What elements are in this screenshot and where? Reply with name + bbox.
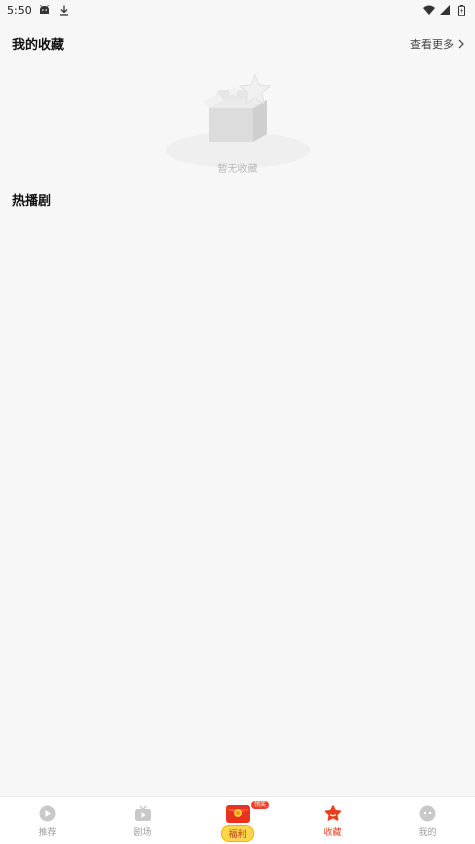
red-envelope-icon	[224, 804, 252, 824]
app-screen: 5:50 我的收藏 查看更多 暂无收藏 热播剧 推荐 剧场 领奖 福利 收藏 我…	[0, 0, 475, 844]
empty-box-star-illustration	[165, 73, 310, 168]
tab-mine[interactable]: 我的	[380, 797, 475, 844]
android-icon	[39, 4, 51, 16]
tab-welfare-label: 福利	[221, 825, 254, 842]
tab-theater[interactable]: 剧场	[95, 797, 190, 844]
view-more-label: 查看更多	[410, 37, 454, 51]
chevron-right-icon	[457, 39, 465, 49]
play-icon	[39, 804, 57, 822]
tab-welfare[interactable]: 领奖 福利	[190, 797, 285, 844]
tab-recommend-label: 推荐	[38, 828, 57, 838]
tab-mine-label: 我的	[418, 828, 437, 838]
profile-icon	[419, 804, 437, 822]
favorites-title: 我的收藏	[12, 38, 65, 53]
tab-favorites-label: 收藏	[323, 828, 342, 838]
tv-icon	[134, 804, 152, 822]
wifi-icon	[423, 4, 435, 16]
status-right	[423, 4, 467, 16]
star-icon	[324, 804, 342, 822]
tab-theater-label: 剧场	[133, 828, 152, 838]
hot-dramas-title: 热播剧	[12, 194, 52, 209]
status-time: 5:50	[7, 3, 32, 17]
bottom-tab-bar: 推荐 剧场 领奖 福利 收藏 我的	[0, 796, 475, 844]
download-icon	[58, 4, 70, 16]
welfare-badge: 领奖	[251, 801, 270, 809]
favorites-header: 我的收藏 查看更多	[12, 34, 465, 53]
empty-state-text: 暂无收藏	[217, 164, 258, 175]
hot-dramas-header: 热播剧	[12, 190, 465, 209]
tab-recommend[interactable]: 推荐	[0, 797, 95, 844]
signal-icon	[439, 4, 451, 16]
favorites-empty-state: 暂无收藏	[0, 70, 475, 180]
tab-favorites[interactable]: 收藏	[285, 797, 380, 844]
view-more-link[interactable]: 查看更多	[410, 36, 465, 52]
status-bar: 5:50	[0, 0, 475, 20]
battery-icon	[455, 4, 467, 16]
status-left: 5:50	[7, 4, 70, 17]
